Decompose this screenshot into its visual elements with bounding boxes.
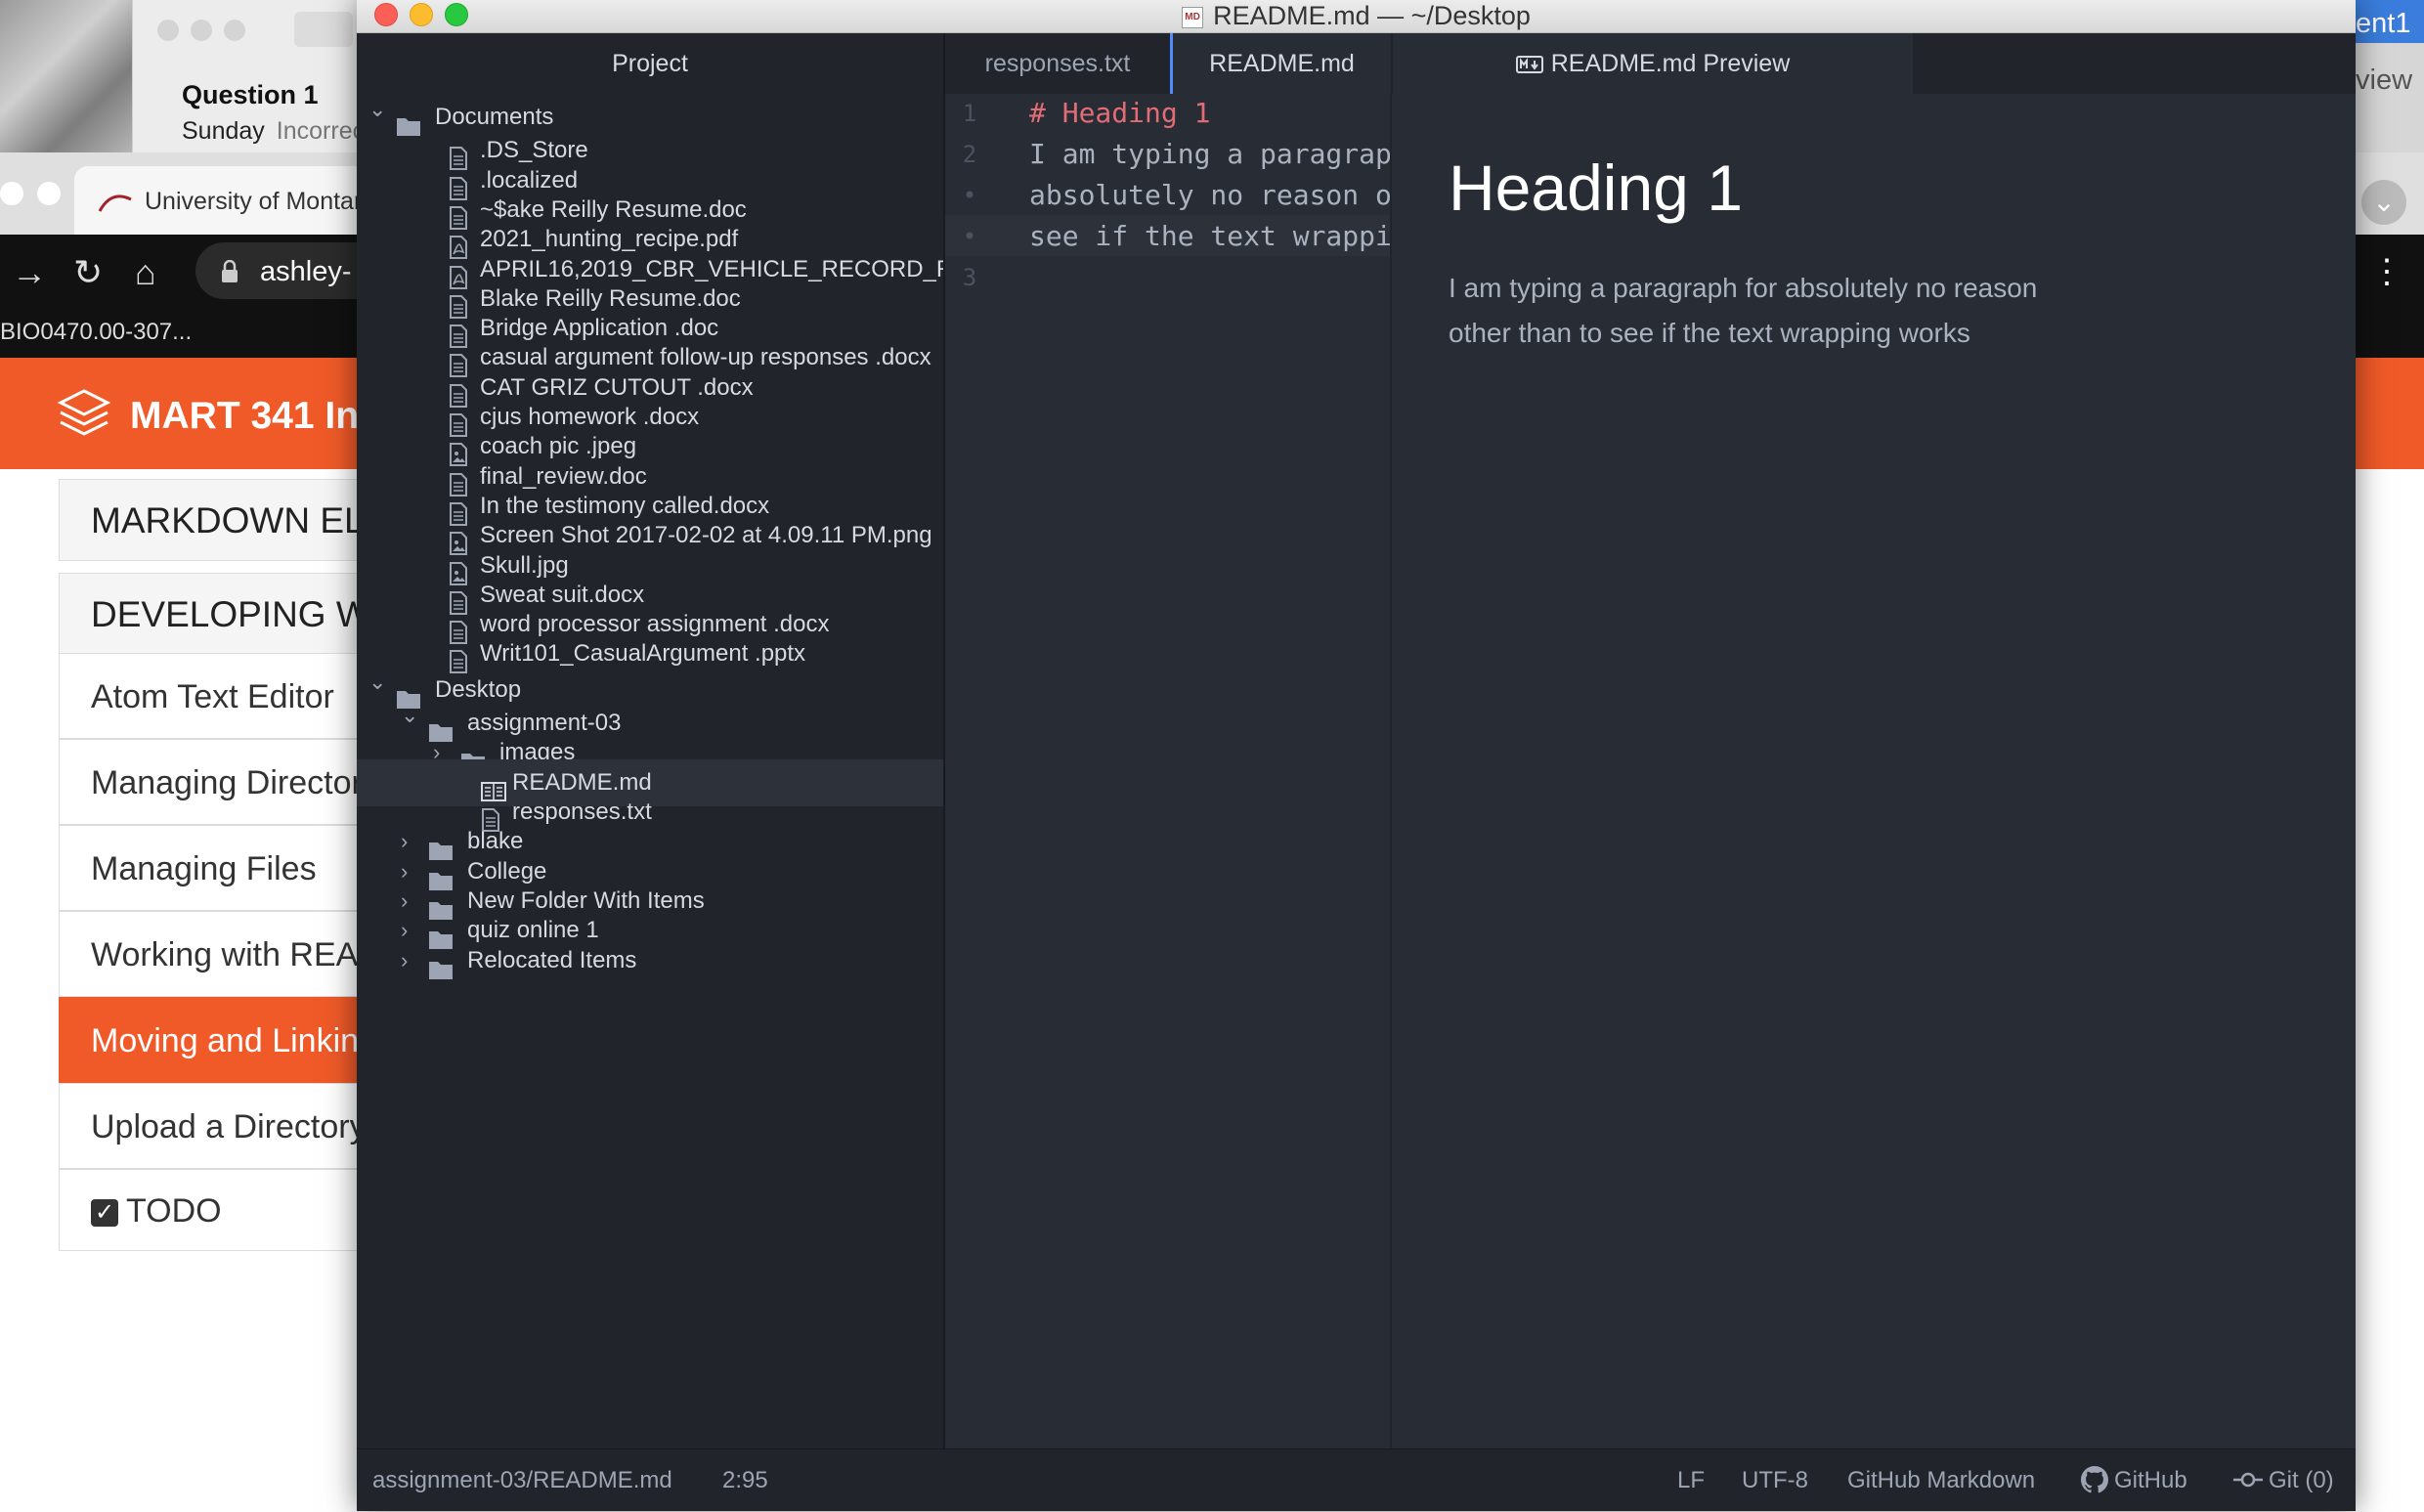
notification-traffic-lights [157,20,257,46]
course-menu-item-label: Working with READ [91,936,371,973]
code-line: # Heading 1 [1029,97,1211,129]
github-icon [2081,1465,2108,1492]
preview-paragraph: I am typing a paragraph for absolutely n… [1449,273,2038,348]
line-number: 3 [962,264,977,291]
course-menu-item-label: Atom Text Editor [91,678,334,715]
tab-label: README.md [1209,50,1355,77]
tab-readme-preview[interactable]: README.md Preview [1393,33,1913,94]
forward-icon[interactable]: → [12,252,47,293]
course-menu-item[interactable]: ✓ TODO [59,1169,371,1251]
markdown-preview: Heading 1 I am typing a paragraph for ab… [1392,94,2356,1448]
markdown-file-icon: MD [1182,6,1204,28]
browser-tab[interactable]: University of Montana [74,166,368,235]
course-menu-item[interactable]: Moving and Linking [59,997,371,1083]
address-text: ashley- [260,256,352,287]
browser-traffic-lights [0,182,74,210]
tree-item-label: Relocated Items [467,946,637,973]
right-strip-tab-label: ent1 [2356,8,2411,39]
tab-readme-md[interactable]: README.md [1170,33,1391,94]
more-icon[interactable]: ⋮ [2370,252,2403,291]
status-file-path[interactable]: assignment-03/README.md [372,1449,672,1512]
course-menu-item-label: Managing Directori [91,764,370,801]
tab-responses-txt[interactable]: responses.txt [945,33,1170,94]
line-number: • [962,223,977,250]
window-title-label: README.md — ~/Desktop [1213,1,1531,30]
university-logo-icon [98,194,132,212]
notification-subtitle: Sunday Incorrect [182,117,371,146]
right-strip-view-label: view [2356,65,2413,96]
tab-label: responses.txt [984,50,1131,77]
tree-view-header[interactable]: Project [357,33,943,94]
notification-window[interactable]: Question 1 Sunday Incorrect [132,0,371,152]
text-editor[interactable]: 1 2 • • 3 # Heading 1 I am typing a para… [945,94,1589,1448]
line-number: 1 [962,100,977,127]
course-menu-item[interactable]: DEVELOPING WIT [59,573,371,655]
browser-tab-label: University of Montana [145,188,368,215]
checkbox-icon: ✓ [91,1199,118,1228]
status-git[interactable]: Git (0) [2233,1449,2334,1512]
line-number: • [962,182,977,209]
course-menu-item[interactable]: Working with READ [59,911,371,997]
course-menu-item[interactable]: Managing Directori [59,739,371,825]
status-git-label: Git (0) [2269,1467,2334,1493]
course-menu-item-label: Upload a Directory t [91,1108,371,1145]
right-strip-tab[interactable]: ent1 [2356,0,2424,43]
status-github[interactable]: GitHub [2081,1449,2187,1512]
course-menu-item-label: MARKDOWN ELE [91,500,371,540]
course-menu-item-label: Moving and Linking [91,1022,371,1059]
course-menu-item[interactable]: Managing Files [59,825,371,911]
reload-icon[interactable]: ↻ [73,252,103,293]
status-github-label: GitHub [2114,1467,2187,1493]
home-icon[interactable]: ⌂ [135,252,156,293]
preview-heading: Heading 1 [1449,151,1743,224]
status-cursor-position[interactable]: 2:95 [722,1449,768,1512]
course-menu-item-label: DEVELOPING WIT [91,594,371,634]
status-bar: assignment-03/README.md 2:95 LF UTF-8 Gi… [357,1448,2356,1511]
chevron-down-icon[interactable]: ⌄ [2361,180,2406,225]
course-menu-item-label: Managing Files [91,850,317,887]
notification-day: Sunday [182,117,265,145]
status-line-ending[interactable]: LF [1677,1449,1705,1512]
lock-icon [222,260,238,282]
tab-bar: responses.txt README.md README.md Previe… [945,33,2356,94]
site-title: MART 341 In [130,395,360,437]
menu-icon[interactable] [294,12,353,47]
status-encoding[interactable]: UTF-8 [1742,1449,1808,1512]
folder-icon [428,950,454,984]
atom-window: MD README.md — ~/Desktop Project ⌄ Documen… [357,0,2356,1511]
bookmark-item[interactable]: BIO0470.00-307... [0,319,192,345]
chevron-right-icon[interactable]: › [401,937,408,984]
tree-folder[interactable]: › Relocated Items [357,937,943,984]
window-title: MD README.md — ~/Desktop [357,0,2356,31]
title-bar: MD README.md — ~/Desktop [357,0,2356,33]
stack-logo-icon [57,389,111,436]
course-menu-item[interactable]: MARKDOWN ELE [59,479,371,561]
git-commit-icon [2233,1472,2263,1487]
markdown-icon [1515,56,1543,74]
course-menu-item[interactable]: Upload a Directory t [59,1083,371,1169]
status-grammar[interactable]: GitHub Markdown [1847,1449,2035,1512]
desktop-wallpaper [0,0,132,152]
course-menu-item[interactable]: Atom Text Editor [59,653,371,739]
tab-label: README.md Preview [1550,50,1791,77]
tree-view: Project ⌄ Documents .DS_Store .localized ~$a… [357,33,943,1448]
line-number: 2 [962,141,977,168]
notification-title: Question 1 [182,80,319,109]
course-menu-item-label: TODO [126,1192,222,1230]
right-strip-view: view [2356,65,2424,97]
